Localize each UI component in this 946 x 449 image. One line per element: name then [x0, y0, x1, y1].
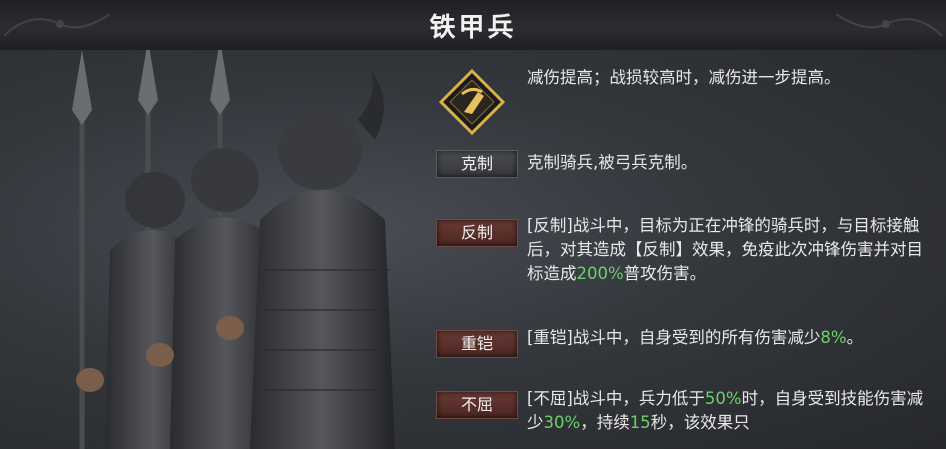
ornament-right-icon [835, 13, 943, 37]
desc-highlight: 8% [820, 328, 847, 347]
trait-desc: [反制]战斗中，目标为正在冲锋的骑兵时，与目标接触后，对其造成【反制】效果，免疫… [527, 214, 937, 286]
tag-riposte: 反制 [436, 219, 518, 247]
title-bar: 铁甲兵 [0, 0, 946, 51]
desc-highlight: 200% [576, 264, 624, 283]
trait-desc: [不屈]战斗中，兵力低于50%时，自身受到技能伤害减少30%，持续15秒，该效果… [527, 387, 937, 435]
tag-unyielding: 不屈 [436, 391, 518, 419]
page-title: 铁甲兵 [429, 13, 517, 43]
trait-desc: 克制骑兵,被弓兵克制。 [527, 153, 698, 172]
tag-counter: 克制 [436, 150, 518, 178]
trait-desc: 减伤提高；战损较高时，减伤进一步提高。 [527, 68, 841, 87]
desc-highlight: 30% [543, 413, 581, 432]
armor-shield-icon [438, 68, 506, 136]
trait-desc: [重铠]战斗中，自身受到的所有伤害减少8%。 [527, 326, 937, 350]
desc-highlight: 50% [704, 389, 742, 408]
armored-soldiers-illustration [72, 50, 395, 449]
desc-text: [重铠]战斗中，自身受到的所有伤害减少 [527, 328, 821, 347]
desc-text: 普攻伤害。 [623, 264, 707, 283]
desc-text: ，持续 [580, 413, 630, 432]
desc-highlight: 15 [629, 413, 651, 432]
tag-heavy-armor: 重铠 [436, 330, 518, 358]
desc-text: [不屈]战斗中，兵力低于 [527, 389, 705, 408]
trait-panel: 减伤提高；战损较高时，减伤进一步提高。 克制 克制骑兵,被弓兵克制。 反制 [反… [420, 50, 946, 449]
desc-text: 秒，该效果只 [650, 413, 750, 432]
desc-text: 。 [846, 328, 864, 347]
